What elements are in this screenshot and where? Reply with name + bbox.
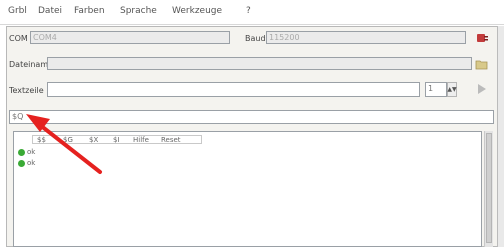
line-spinner[interactable]: 1 bbox=[425, 82, 447, 97]
log-entry: ok bbox=[18, 148, 35, 157]
log-col-4[interactable]: $I bbox=[113, 136, 120, 144]
log-scrollbar[interactable] bbox=[484, 131, 493, 247]
text-input[interactable] bbox=[47, 82, 420, 97]
log-col-5[interactable]: Hilfe bbox=[133, 136, 149, 144]
scroll-thumb[interactable] bbox=[486, 133, 492, 243]
text-label: Textzeile bbox=[9, 86, 44, 95]
folder-icon[interactable] bbox=[475, 57, 489, 71]
file-input[interactable] bbox=[47, 57, 472, 70]
main-window: COM COM4 Baud 115200 Dateiname Textzeile… bbox=[6, 26, 498, 247]
menu-help[interactable]: ? bbox=[246, 6, 251, 16]
log-area: $$ $G $X $I Hilfe Reset ok ok bbox=[13, 131, 482, 247]
adjacent-window-edge bbox=[497, 26, 504, 247]
log-entry: ok bbox=[18, 159, 35, 168]
baud-select[interactable]: 115200 bbox=[266, 31, 466, 44]
log-col-6[interactable]: Reset bbox=[161, 136, 181, 144]
check-circle-icon bbox=[18, 159, 25, 167]
command-input[interactable]: $Q bbox=[9, 110, 494, 124]
com-select[interactable]: COM4 bbox=[30, 31, 230, 44]
spinner-arrows[interactable]: ▲▼ bbox=[447, 82, 457, 97]
menu-werkzeuge[interactable]: Werkzeuge bbox=[172, 6, 222, 16]
check-circle-icon bbox=[18, 148, 25, 156]
send-arrow-icon[interactable] bbox=[475, 82, 489, 96]
menu-farben[interactable]: Farben bbox=[74, 6, 105, 16]
com-label: COM bbox=[9, 34, 28, 43]
log-col-3[interactable]: $X bbox=[89, 136, 98, 144]
menu-grbl[interactable]: Grbl bbox=[8, 6, 27, 16]
menu-bar: Grbl Datei Farben Sprache Werkzeuge ? bbox=[0, 0, 504, 25]
plug-icon[interactable] bbox=[475, 31, 489, 45]
menu-sprache[interactable]: Sprache bbox=[120, 6, 157, 16]
log-header: $$ $G $X $I Hilfe Reset bbox=[32, 135, 202, 144]
log-entry-text: ok bbox=[27, 148, 36, 156]
baud-label: Baud bbox=[245, 34, 266, 43]
log-col-2[interactable]: $G bbox=[63, 136, 73, 144]
log-col-1[interactable]: $$ bbox=[37, 136, 46, 144]
log-entry-text: ok bbox=[27, 159, 36, 167]
menu-datei[interactable]: Datei bbox=[38, 6, 62, 16]
